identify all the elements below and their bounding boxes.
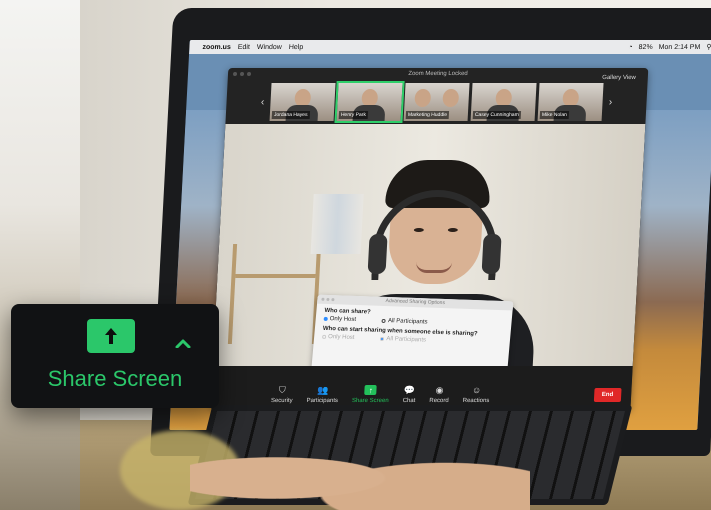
share-screen-callout-label: Share Screen <box>47 366 183 391</box>
menubar-status: ◔ 82% Mon 2:14 PM ⚲ <box>628 43 711 52</box>
participant-face <box>442 89 460 107</box>
headphone-left-cup <box>367 234 388 274</box>
radio-all-participants-2-label: All Participants <box>386 336 427 344</box>
radio-only-host[interactable]: Only Host <box>323 316 356 323</box>
smiley-icon: ☺ <box>471 385 482 395</box>
battery-percent[interactable]: 82% <box>638 44 652 51</box>
dialog-title: Advanced Sharing Options <box>385 297 446 307</box>
reactions-button[interactable]: ☺ Reactions <box>463 385 491 404</box>
participant-name: Marketing Huddle <box>405 111 450 119</box>
background-books <box>310 194 364 254</box>
dialog-window-controls[interactable] <box>321 297 335 302</box>
laptop: zoom.us Edit Window Help ◔ 82% Mon 2:14 … <box>150 8 711 456</box>
participants-icon: 👥 <box>316 384 329 395</box>
share-screen-button[interactable]: ↑ Share Screen <box>352 385 390 404</box>
participants-button[interactable]: 👥 Participants <box>306 384 339 405</box>
chevron-up-icon[interactable] <box>175 338 191 348</box>
zoom-titlebar: Zoom Meeting Locked Gallery View <box>228 68 649 81</box>
chevron-left-icon[interactable]: ‹ <box>257 97 268 108</box>
window-controls[interactable] <box>232 72 252 76</box>
security-button[interactable]: ⛉ Security <box>270 384 294 405</box>
share-arrow-up-icon[interactable] <box>87 319 135 353</box>
photo-scene: zoom.us Edit Window Help ◔ 82% Mon 2:14 … <box>0 0 711 510</box>
participant-name: Henry Park <box>338 111 369 119</box>
participant-tile-active[interactable]: Henry Park <box>334 81 405 123</box>
active-speaker-video: Advanced Sharing Options Who can share? … <box>212 124 646 366</box>
participant-name: Mike Nolan <box>539 111 570 119</box>
radio-all-participants-label: All Participants <box>387 318 428 326</box>
record-label: Record <box>429 398 449 404</box>
record-icon: ◉ <box>435 384 444 395</box>
radio-only-host-label: Only Host <box>329 316 357 323</box>
share-arrow-up-glyph <box>105 328 117 344</box>
clock[interactable]: Mon 2:14 PM <box>658 44 700 51</box>
zoom-window: Zoom Meeting Locked Gallery View ‹ Jorda… <box>210 68 649 410</box>
record-button[interactable]: ◉ Record <box>429 384 449 405</box>
wifi-icon[interactable]: ◔ <box>628 44 633 51</box>
share-screen-label: Share Screen <box>351 398 389 404</box>
participant-tile[interactable]: Mike Nolan <box>537 83 604 121</box>
shield-icon: ⛉ <box>278 384 286 395</box>
meeting-toolbar: ⛉ Security 👥 Participants ↑ Share Screen… <box>210 366 633 410</box>
menu-window[interactable]: Window <box>257 44 282 51</box>
participant-tile[interactable]: Casey Cunningham <box>470 83 537 121</box>
radio-all-participants[interactable]: All Participants <box>381 318 428 326</box>
menu-help[interactable]: Help <box>289 44 304 51</box>
menu-edit[interactable]: Edit <box>238 44 250 51</box>
radio-only-host-2-label: Only Host <box>327 334 355 341</box>
window-title: Zoom Meeting Locked <box>408 71 468 77</box>
participant-name: Casey Cunningham <box>472 111 522 119</box>
advanced-sharing-dialog: Advanced Sharing Options Who can share? … <box>311 294 514 366</box>
share-screen-callout[interactable]: Share Screen <box>11 304 219 408</box>
participant-tile[interactable]: Marketing Huddle <box>403 83 470 121</box>
participant-name: Jordana Hayes <box>271 111 310 119</box>
laptop-screen: zoom.us Edit Window Help ◔ 82% Mon 2:14 … <box>169 40 711 430</box>
radio-only-host-2[interactable]: Only Host <box>321 334 355 341</box>
reactions-label: Reactions <box>462 398 490 404</box>
participants-label: Participants <box>306 398 339 404</box>
radio-all-participants-2[interactable]: All Participants <box>380 336 427 344</box>
background-shelf <box>227 244 322 344</box>
search-icon[interactable]: ⚲ <box>706 43 711 51</box>
chat-icon: 💬 <box>403 384 416 395</box>
end-meeting-button[interactable]: End <box>593 388 622 402</box>
chat-button[interactable]: 💬 Chat <box>402 384 416 405</box>
participant-strip: ‹ Jordana Hayes Henry Park Marketing Hud… <box>225 80 647 124</box>
participant-tile[interactable]: Jordana Hayes <box>269 83 336 121</box>
headphone-right-cup <box>481 234 502 274</box>
menu-app[interactable]: zoom.us <box>202 44 231 51</box>
typing-hands <box>190 430 530 510</box>
chevron-right-icon[interactable]: › <box>605 97 616 108</box>
security-label: Security <box>270 398 293 404</box>
mac-menubar: zoom.us Edit Window Help ◔ 82% Mon 2:14 … <box>189 40 711 54</box>
share-arrow-up-icon: ↑ <box>364 385 378 395</box>
chat-label: Chat <box>402 398 416 404</box>
participant-face <box>414 89 432 107</box>
